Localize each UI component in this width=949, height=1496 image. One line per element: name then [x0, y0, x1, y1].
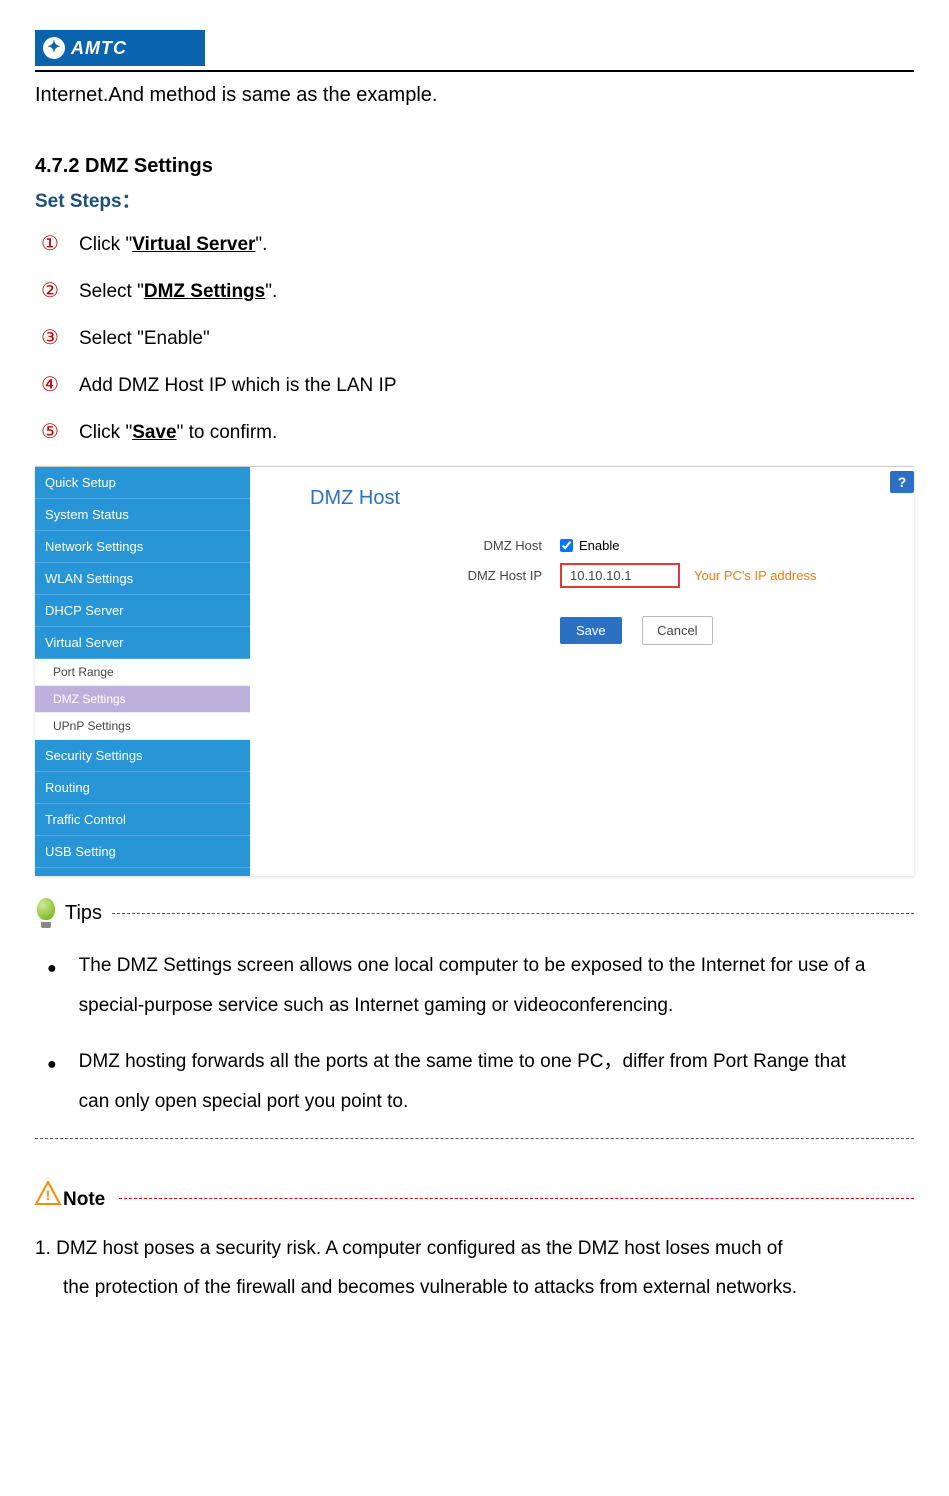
note-dash-line	[119, 1198, 914, 1199]
step-number: ①	[35, 231, 65, 256]
warning-icon: !	[35, 1181, 61, 1205]
section-heading: 4.7.2 DMZ Settings	[35, 155, 914, 178]
step-text: Add DMZ Host IP which is the LAN IP	[79, 375, 397, 397]
sidebar-item-system-status[interactable]: System Status	[35, 499, 250, 531]
step-5: ⑤ Click "Save" to confirm.	[35, 419, 914, 444]
sidebar-item-routing[interactable]: Routing	[35, 772, 250, 804]
sidebar-item-quick-setup[interactable]: Quick Setup	[35, 467, 250, 499]
save-button[interactable]: Save	[560, 617, 622, 644]
tips-bullet-2: ● DMZ hosting forwards all the ports at …	[35, 1042, 914, 1122]
step-number: ②	[35, 278, 65, 303]
sidebar-sub-port-range[interactable]: Port Range	[35, 659, 250, 686]
pane-title: DMZ Host	[310, 487, 884, 510]
brand-logo: ✦ AMTC	[35, 30, 205, 66]
main-pane: ? DMZ Host DMZ Host Enable DMZ Host IP 1…	[250, 467, 914, 876]
sidebar: Quick Setup System Status Network Settin…	[35, 467, 250, 876]
note-body: 1. DMZ host poses a security risk. A com…	[35, 1229, 914, 1309]
label-dmz-host: DMZ Host	[400, 538, 560, 553]
note-label: Note	[63, 1189, 105, 1211]
svg-text:!: !	[46, 1187, 51, 1203]
bullet-text-a: DMZ hosting forwards all the ports at th…	[79, 1051, 846, 1072]
bullet-icon: ●	[47, 952, 57, 1026]
sidebar-item-wlan-settings[interactable]: WLAN Settings	[35, 563, 250, 595]
tips-label: Tips	[65, 902, 102, 925]
tips-bullet-1: ● The DMZ Settings screen allows one loc…	[35, 946, 914, 1026]
top-divider	[35, 70, 914, 72]
cancel-button[interactable]: Cancel	[642, 616, 712, 645]
tips-end-dash	[35, 1138, 914, 1139]
sidebar-sub-dmz-settings[interactable]: DMZ Settings	[35, 686, 250, 713]
router-screenshot: Quick Setup System Status Network Settin…	[35, 466, 914, 876]
help-icon[interactable]: ?	[890, 471, 914, 493]
bullet-icon: ●	[47, 1048, 57, 1122]
enable-text: Enable	[579, 538, 619, 553]
sidebar-item-usb-setting[interactable]: USB Setting	[35, 836, 250, 868]
step-4: ④ Add DMZ Host IP which is the LAN IP	[35, 372, 914, 397]
step-post: ".	[255, 234, 267, 255]
step-pre: Select "	[79, 281, 144, 302]
logo-icon: ✦	[43, 37, 65, 59]
ip-annotation: Your PC's IP address	[694, 568, 816, 583]
step-pre: Click "	[79, 422, 132, 443]
sidebar-item-security-settings[interactable]: Security Settings	[35, 740, 250, 772]
step-number: ⑤	[35, 419, 65, 444]
step-3: ③ Select "Enable"	[35, 325, 914, 350]
logo-text: AMTC	[71, 38, 127, 59]
tips-dash-line	[112, 913, 914, 914]
note-line-1: 1. DMZ host poses a security risk. A com…	[35, 1238, 783, 1259]
step-post: " to confirm.	[177, 422, 278, 443]
step-2: ② Select "DMZ Settings".	[35, 278, 914, 303]
dmz-host-ip-input[interactable]: 10.10.10.1	[560, 563, 680, 588]
step-link-save: Save	[132, 422, 176, 443]
enable-checkbox[interactable]	[560, 539, 573, 552]
step-link-virtual-server: Virtual Server	[132, 234, 255, 255]
label-dmz-host-ip: DMZ Host IP	[400, 568, 560, 583]
sidebar-item-virtual-server[interactable]: Virtual Server	[35, 627, 250, 659]
step-text: Select "Enable"	[79, 328, 210, 350]
bullet-text: The DMZ Settings screen allows one local…	[79, 946, 914, 1026]
step-link-dmz-settings: DMZ Settings	[144, 281, 265, 302]
intro-text: Internet.And method is same as the examp…	[35, 84, 914, 107]
sidebar-item-network-settings[interactable]: Network Settings	[35, 531, 250, 563]
sidebar-item-traffic-control[interactable]: Traffic Control	[35, 804, 250, 836]
sidebar-item-dhcp-server[interactable]: DHCP Server	[35, 595, 250, 627]
sidebar-sub-upnp-settings[interactable]: UPnP Settings	[35, 713, 250, 740]
set-steps-label: Set Steps：	[35, 186, 914, 213]
note-line-2: the protection of the firewall and becom…	[35, 1268, 914, 1308]
step-1: ① Click "Virtual Server".	[35, 231, 914, 256]
lightbulb-icon	[35, 898, 57, 928]
bullet-text-b: can only open special port you point to.	[79, 1091, 409, 1112]
step-number: ④	[35, 372, 65, 397]
step-pre: Click "	[79, 234, 132, 255]
step-post: ".	[265, 281, 277, 302]
step-number: ③	[35, 325, 65, 350]
